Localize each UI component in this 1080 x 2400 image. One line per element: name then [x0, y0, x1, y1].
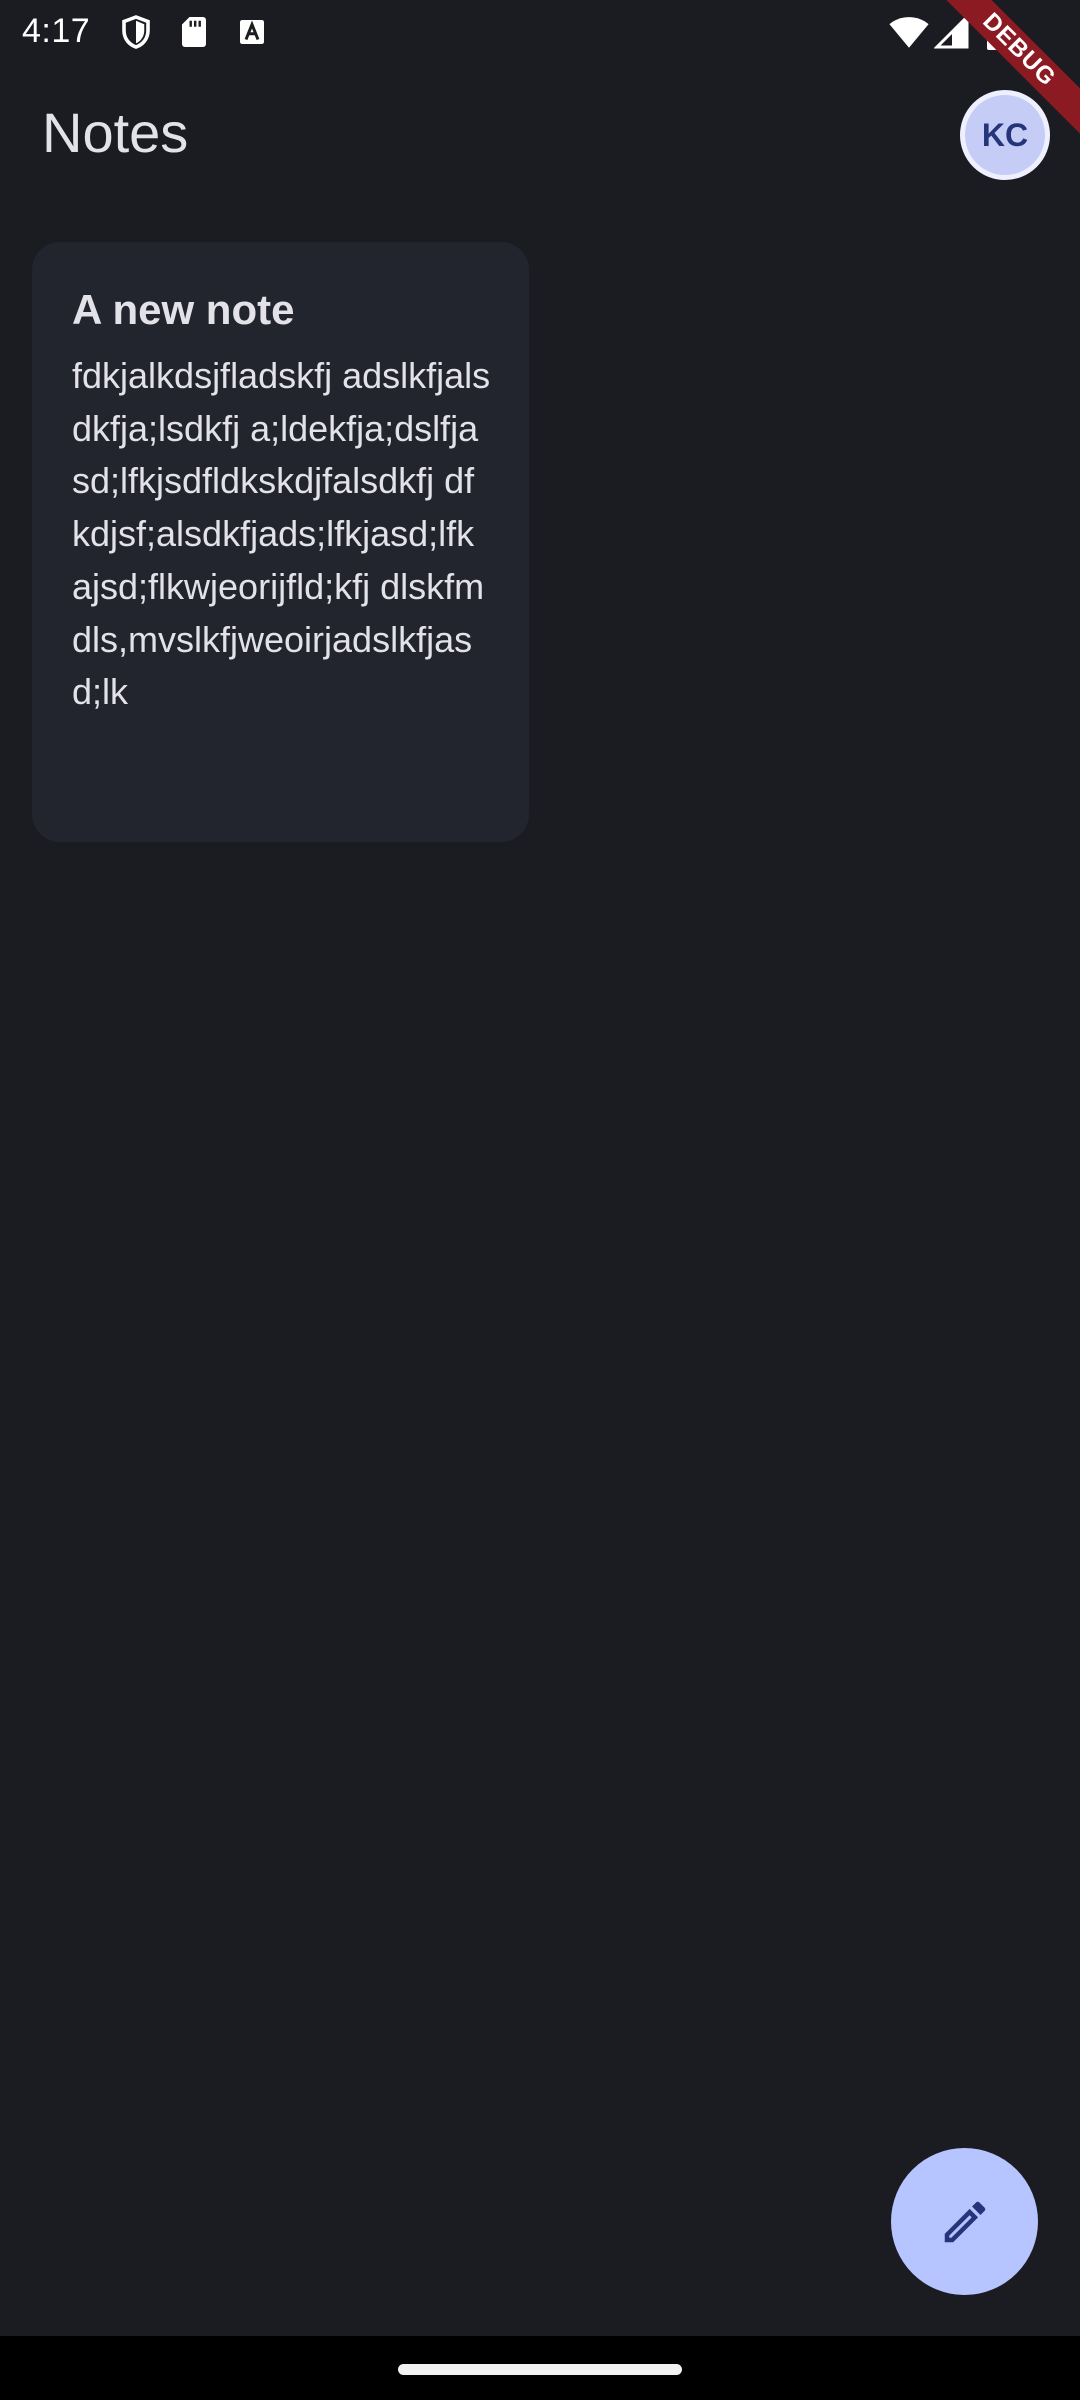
- sd-card-icon: [176, 14, 212, 50]
- note-card[interactable]: A new note fdkjalkdsjfladskfj adslkfjals…: [32, 242, 529, 842]
- status-bar: 4:17: [0, 0, 1080, 64]
- new-note-button[interactable]: [891, 2148, 1038, 2295]
- shield-icon: [118, 14, 154, 50]
- note-title: A new note: [72, 286, 295, 333]
- pencil-icon: [938, 2195, 992, 2249]
- wifi-icon: [888, 14, 930, 50]
- avatar[interactable]: KC: [960, 90, 1050, 180]
- navigation-bar: [0, 2336, 1080, 2400]
- cellular-signal-icon: [933, 13, 970, 50]
- page-title: Notes: [42, 101, 189, 164]
- note-preview: fdkjalkdsjfladskfj adslkfjalsdkfja;lsdkf…: [72, 355, 491, 713]
- home-gesture-handle[interactable]: [398, 2364, 682, 2375]
- a-font-icon: [234, 14, 270, 50]
- status-time: 4:17: [22, 12, 91, 50]
